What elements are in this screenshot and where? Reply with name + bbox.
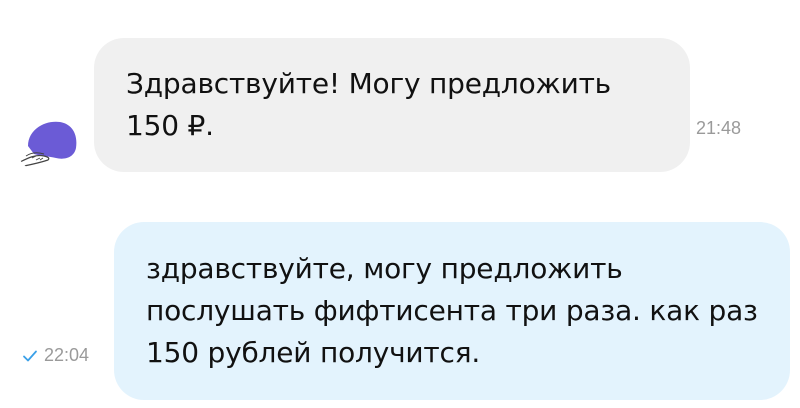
message-timestamp: 21:48	[696, 118, 742, 138]
message-text: здравствуйте, могу предложить послушать …	[146, 252, 758, 369]
chat-thread: Здравствуйте! Могу предложить 150 ₽. 21:…	[0, 0, 800, 408]
single-check-icon	[23, 350, 37, 361]
incoming-message-bubble[interactable]: Здравствуйте! Могу предложить 150 ₽.	[94, 38, 690, 172]
avatar-image	[14, 108, 80, 174]
outgoing-message-bubble[interactable]: здравствуйте, могу предложить послушать …	[114, 222, 790, 400]
outgoing-message-meta: 22:04	[22, 345, 89, 366]
message-text: Здравствуйте! Могу предложить 150 ₽.	[126, 67, 611, 142]
avatar[interactable]	[14, 108, 80, 174]
message-timestamp: 22:04	[44, 345, 90, 365]
